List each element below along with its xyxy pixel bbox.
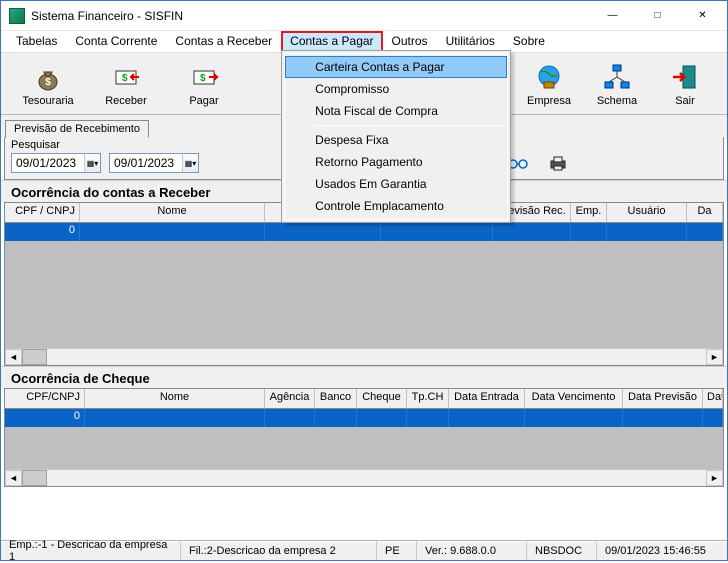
grid2-header: CPF/CNPJ Nome Agência Banco Cheque Tp.CH… bbox=[5, 389, 723, 409]
grid2-col-banco[interactable]: Banco bbox=[315, 389, 357, 408]
grid1-col-cpf[interactable]: CPF / CNPJ bbox=[5, 203, 80, 222]
status-bar: Emp.:-1 - Descricao da empresa 1 Fil.:2-… bbox=[1, 540, 727, 560]
menu-contas-a-pagar-label: Contas a Pagar bbox=[290, 34, 373, 48]
status-emp: Emp.:-1 - Descricao da empresa 1 bbox=[1, 541, 181, 560]
status-pe: PE bbox=[377, 541, 417, 560]
grid1-cell-cpf: 0 bbox=[5, 223, 80, 241]
scroll-track[interactable] bbox=[47, 470, 706, 486]
toolbar-tesouraria[interactable]: $ Tesouraria bbox=[9, 55, 87, 113]
scroll-left-icon[interactable]: ◄ bbox=[5, 470, 22, 486]
pay-icon: $ bbox=[188, 61, 220, 93]
grid2-col-nome[interactable]: Nome bbox=[85, 389, 265, 408]
date-from-input[interactable] bbox=[12, 156, 84, 170]
dd-nota-fiscal-de-compra[interactable]: Nota Fiscal de Compra bbox=[285, 100, 507, 122]
toolbar-tesouraria-label: Tesouraria bbox=[22, 95, 73, 107]
grid2-col-data-previsao[interactable]: Data Previsão bbox=[623, 389, 703, 408]
grid2-col-data-entrada[interactable]: Data Entrada bbox=[449, 389, 525, 408]
globe-icon bbox=[533, 61, 565, 93]
status-fil: Fil.:2-Descricao da empresa 2 bbox=[181, 541, 377, 560]
scroll-right-icon[interactable]: ► bbox=[706, 470, 723, 486]
date-to-input[interactable] bbox=[110, 156, 182, 170]
grid1-hscrollbar[interactable]: ◄ ► bbox=[5, 348, 723, 365]
toolbar-receber[interactable]: $ Receber bbox=[87, 55, 165, 113]
menu-contas-a-receber[interactable]: Contas a Receber bbox=[166, 31, 281, 52]
grid1-col-usuario[interactable]: Usuário bbox=[607, 203, 687, 222]
dd-carteira-contas-a-pagar[interactable]: Carteira Contas a Pagar bbox=[285, 56, 507, 78]
window-title: Sistema Financeiro - SISFIN bbox=[31, 9, 590, 23]
calendar-icon: ▦▾ bbox=[87, 159, 99, 168]
toolbar-sair[interactable]: Sair bbox=[651, 55, 719, 113]
grid1-col-nome[interactable]: Nome bbox=[80, 203, 265, 222]
app-icon bbox=[9, 8, 25, 24]
grid2-col-data-ocorre[interactable]: Data Ocorrê bbox=[703, 389, 723, 408]
scroll-thumb[interactable] bbox=[22, 349, 47, 365]
toolbar-empresa[interactable]: Empresa bbox=[515, 55, 583, 113]
svg-text:$: $ bbox=[200, 73, 206, 84]
grid1-col-da[interactable]: Da bbox=[687, 203, 723, 222]
toolbar-sair-label: Sair bbox=[675, 95, 695, 107]
grid2-body[interactable]: 0 bbox=[5, 409, 723, 469]
menu-tabelas[interactable]: Tabelas bbox=[7, 31, 66, 52]
grid2-hscrollbar[interactable]: ◄ ► bbox=[5, 469, 723, 486]
scroll-left-icon[interactable]: ◄ bbox=[5, 349, 22, 365]
toolbar-pagar[interactable]: $ Pagar bbox=[165, 55, 243, 113]
maximize-button[interactable]: □ bbox=[635, 1, 680, 30]
print-button[interactable] bbox=[547, 153, 569, 173]
toolbar-schema-label: Schema bbox=[597, 95, 637, 107]
svg-text:$: $ bbox=[45, 77, 51, 88]
grid2-cell-cpf: 0 bbox=[5, 409, 85, 427]
date-to-picker-button[interactable]: ▦▾ bbox=[182, 154, 198, 172]
menu-contas-a-pagar[interactable]: Contas a Pagar Carteira Contas a Pagar C… bbox=[281, 31, 382, 52]
grid2-col-agencia[interactable]: Agência bbox=[265, 389, 315, 408]
menu-utilitarios[interactable]: Utilitários bbox=[437, 31, 504, 52]
dd-despesa-fixa[interactable]: Despesa Fixa bbox=[285, 129, 507, 151]
menu-outros[interactable]: Outros bbox=[383, 31, 437, 52]
dd-usados-em-garantia[interactable]: Usados Em Garantia bbox=[285, 173, 507, 195]
grid2-col-data-vencimento[interactable]: Data Vencimento bbox=[525, 389, 623, 408]
grid1-body[interactable]: 0 bbox=[5, 223, 723, 348]
status-datetime: 09/01/2023 15:46:55 bbox=[597, 541, 727, 560]
toolbar-receber-label: Receber bbox=[105, 95, 147, 107]
status-ver: Ver.: 9.688.0.0 bbox=[417, 541, 527, 560]
scroll-track[interactable] bbox=[47, 349, 706, 365]
title-bar: Sistema Financeiro - SISFIN — □ ✕ bbox=[1, 1, 727, 31]
scroll-thumb[interactable] bbox=[22, 470, 47, 486]
dropdown-contas-a-pagar: Carteira Contas a Pagar Compromisso Nota… bbox=[281, 50, 511, 223]
dd-compromisso[interactable]: Compromisso bbox=[285, 78, 507, 100]
printer-icon bbox=[549, 155, 567, 171]
toolbar-pagar-label: Pagar bbox=[189, 95, 218, 107]
grid2-title: Ocorrência de Cheque bbox=[1, 366, 727, 388]
schema-icon bbox=[601, 61, 633, 93]
grid-receber[interactable]: CPF / CNPJ Nome Fatura Vencimento Previs… bbox=[4, 202, 724, 366]
calendar-icon: ▦▾ bbox=[185, 159, 197, 168]
dd-controle-emplacamento[interactable]: Controle Emplacamento bbox=[285, 195, 507, 217]
close-button[interactable]: ✕ bbox=[680, 1, 725, 30]
tab-previsao-recebimento[interactable]: Previsão de Recebimento bbox=[5, 120, 149, 138]
dd-retorno-pagamento[interactable]: Retorno Pagamento bbox=[285, 151, 507, 173]
grid2-col-cheque[interactable]: Cheque bbox=[357, 389, 407, 408]
grid1-col-emp[interactable]: Emp. bbox=[571, 203, 607, 222]
receive-icon: $ bbox=[110, 61, 142, 93]
date-from-field[interactable]: ▦▾ bbox=[11, 153, 101, 173]
grid-cheque[interactable]: CPF/CNPJ Nome Agência Banco Cheque Tp.CH… bbox=[4, 388, 724, 487]
minimize-button[interactable]: — bbox=[590, 1, 635, 30]
exit-icon bbox=[669, 61, 701, 93]
grid2-col-tpch[interactable]: Tp.CH bbox=[407, 389, 449, 408]
status-user: NBSDOC bbox=[527, 541, 597, 560]
grid2-col-cpf[interactable]: CPF/CNPJ bbox=[5, 389, 85, 408]
svg-text:$: $ bbox=[122, 73, 128, 84]
date-to-field[interactable]: ▦▾ bbox=[109, 153, 199, 173]
grid1-selected-row[interactable]: 0 bbox=[5, 223, 723, 241]
menu-bar: Tabelas Conta Corrente Contas a Receber … bbox=[1, 31, 727, 53]
moneybag-icon: $ bbox=[32, 61, 64, 93]
dd-separator bbox=[313, 125, 505, 126]
date-from-picker-button[interactable]: ▦▾ bbox=[84, 154, 100, 172]
scroll-right-icon[interactable]: ► bbox=[706, 349, 723, 365]
menu-conta-corrente[interactable]: Conta Corrente bbox=[66, 31, 166, 52]
toolbar-schema[interactable]: Schema bbox=[583, 55, 651, 113]
menu-sobre[interactable]: Sobre bbox=[504, 31, 554, 52]
grid2-selected-row[interactable]: 0 bbox=[5, 409, 723, 427]
toolbar-empresa-label: Empresa bbox=[527, 95, 571, 107]
